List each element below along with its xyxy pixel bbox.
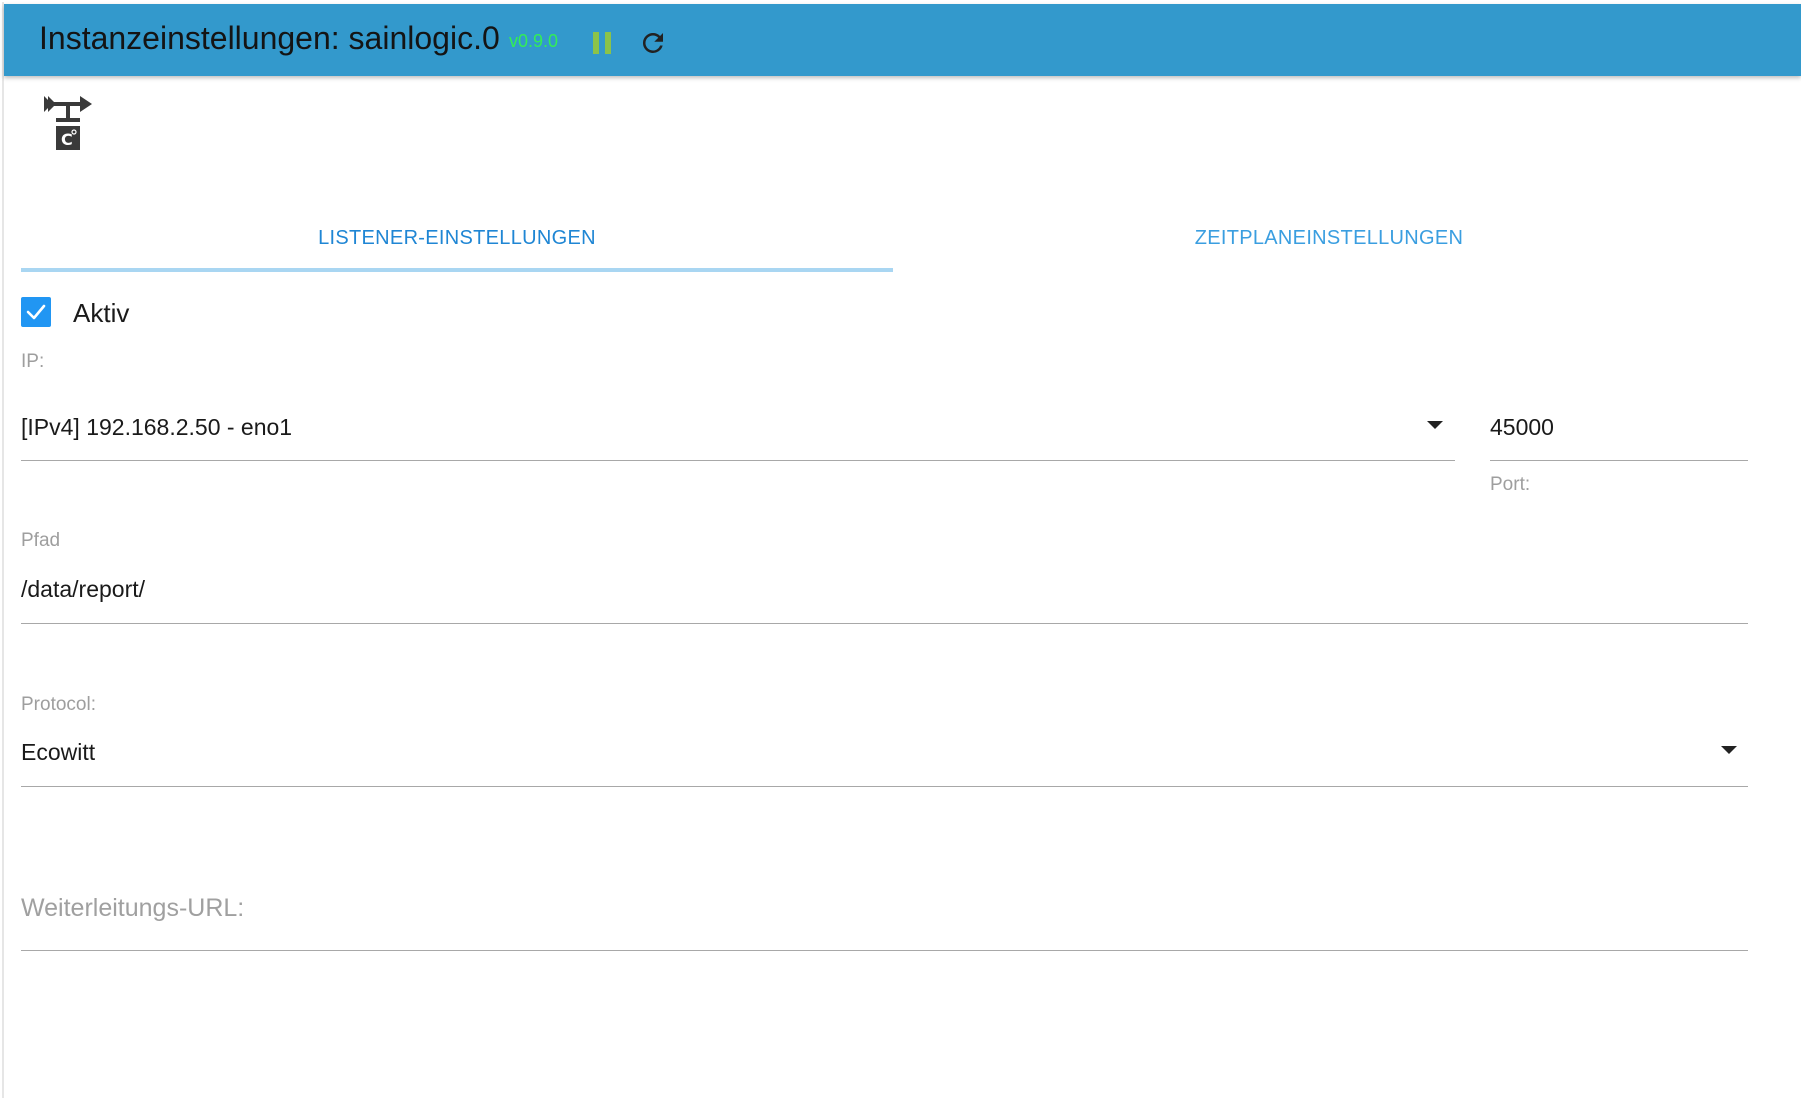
tab-schedule-settings[interactable]: ZEITPLANEINSTELLUNGEN xyxy=(893,210,1765,274)
port-underline xyxy=(1490,460,1748,461)
pfad-label: Pfad xyxy=(21,530,61,551)
reload-icon[interactable] xyxy=(638,28,668,58)
forward-url-underline xyxy=(21,950,1748,951)
protocol-select-value: Ecowitt xyxy=(21,739,96,765)
tab-bar: LISTENER-EINSTELLUNGEN ZEITPLANEINSTELLU… xyxy=(21,210,1766,274)
ip-underline xyxy=(21,460,1455,461)
tab-indicator xyxy=(21,268,893,272)
protocol-underline xyxy=(21,786,1748,787)
aktiv-label: Aktiv xyxy=(73,298,130,328)
forward-url-input[interactable] xyxy=(21,880,1748,950)
protocol-select[interactable] xyxy=(21,728,1748,786)
pfad-input[interactable] xyxy=(21,565,1748,623)
forward-url-placeholder: Weiterleitungs-URL: xyxy=(21,894,245,922)
protocol-label: Protocol: xyxy=(21,694,96,715)
pause-icon[interactable] xyxy=(590,30,614,56)
weather-vane-logo-icon: C xyxy=(42,94,94,152)
ip-select-value: [IPv4] 192.168.2.50 - eno1 xyxy=(21,414,293,440)
protocol-dropdown-caret-icon[interactable] xyxy=(1721,746,1737,754)
pfad-input-value: /data/report/ xyxy=(21,576,146,602)
port-input-value: 45000 xyxy=(1490,414,1554,440)
pfad-underline xyxy=(21,623,1748,624)
aktiv-checkbox[interactable] xyxy=(21,297,51,327)
ip-dropdown-caret-icon[interactable] xyxy=(1427,421,1443,429)
header-bar: Instanzeinstellungen: sainlogic.0 v0.9.0 xyxy=(4,4,1801,76)
version-badge: v0.9.0 xyxy=(509,31,559,51)
svg-text:C: C xyxy=(61,130,73,149)
tab-listener-settings[interactable]: LISTENER-EINSTELLUNGEN xyxy=(21,210,893,274)
page-title: Instanzeinstellungen: sainlogic.0 xyxy=(39,20,500,56)
port-label: Port: xyxy=(1490,474,1531,495)
ip-label: IP: xyxy=(21,351,45,372)
